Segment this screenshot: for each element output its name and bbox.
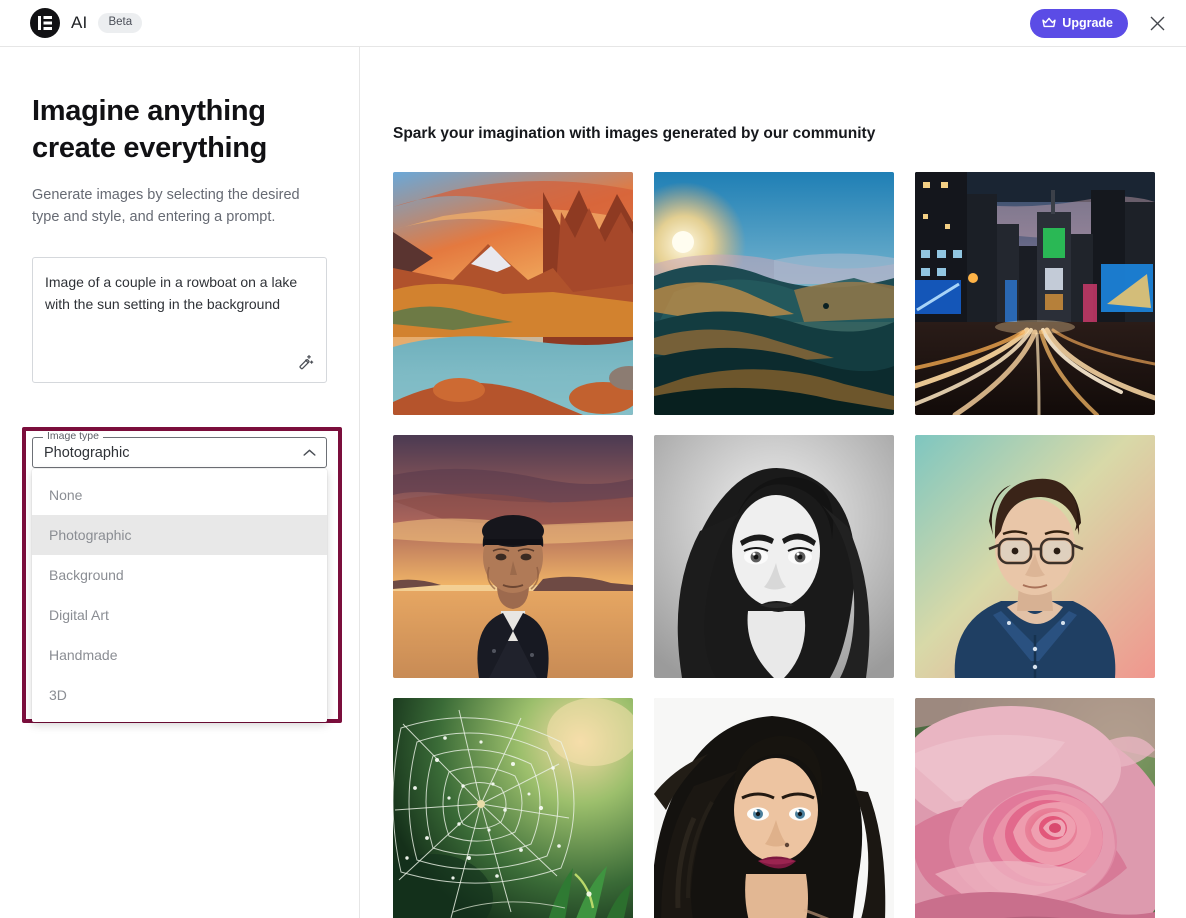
elementor-logo-icon: [30, 8, 60, 38]
headline-line-2: create everything: [32, 132, 268, 165]
close-icon: [1150, 16, 1164, 30]
gallery-item-pink-rose-closeup[interactable]: [915, 698, 1155, 918]
beta-badge: Beta: [98, 12, 143, 34]
image-type-option-digital-art[interactable]: Digital Art: [32, 595, 327, 635]
gallery-item-rolling-hills-sunrise[interactable]: [654, 172, 894, 415]
app-title: AI: [71, 13, 88, 32]
enhance-prompt-button[interactable]: [292, 350, 318, 376]
gallery-title: Spark your imagination with images gener…: [393, 125, 876, 142]
image-type-select: Image type Photographic None Photographi…: [32, 431, 327, 722]
image-type-option-3d[interactable]: 3D: [32, 675, 327, 715]
gallery-item-young-man-glasses-portrait[interactable]: [915, 435, 1155, 678]
left-panel: Imagine anything create everything Gener…: [0, 47, 360, 918]
close-button[interactable]: [1142, 8, 1172, 38]
top-bar-actions: Upgrade: [1030, 8, 1172, 38]
image-type-option-background[interactable]: Background: [32, 555, 327, 595]
option-label: Photographic: [49, 527, 132, 543]
image-type-option-photographic[interactable]: Photographic: [32, 515, 327, 555]
prompt-text: Image of a couple in a rowboat on a lake…: [45, 274, 302, 312]
gallery-item-dark-haired-woman-portrait[interactable]: [654, 698, 894, 918]
option-label: Background: [49, 567, 124, 583]
option-label: None: [49, 487, 83, 503]
gallery-item-city-night-light-trails[interactable]: [915, 172, 1155, 415]
body: Imagine anything create everything Gener…: [0, 47, 1186, 918]
gallery-item-elderly-man-portrait[interactable]: [393, 435, 633, 678]
option-label: 3D: [49, 687, 67, 703]
top-bar: AI Beta Upgrade: [0, 0, 1186, 47]
gallery-panel: Spark your imagination with images gener…: [360, 47, 1186, 918]
chevron-up-icon: [303, 449, 316, 456]
image-type-option-handmade[interactable]: Handmade: [32, 635, 327, 675]
image-type-option-none[interactable]: None: [32, 475, 327, 515]
image-type-selected-value: Photographic: [44, 444, 130, 461]
image-type-label: Image type: [43, 431, 103, 442]
image-type-options-menu: None Photographic Background Digital Art…: [32, 469, 327, 722]
gallery-item-spider-web-dew[interactable]: [393, 698, 633, 918]
upgrade-label: Upgrade: [1062, 15, 1113, 30]
headline-line-1: Imagine anything: [32, 95, 266, 127]
option-label: Digital Art: [49, 607, 109, 623]
option-label: Handmade: [49, 647, 118, 663]
brand: AI Beta: [30, 8, 143, 38]
crown-icon: [1042, 17, 1056, 28]
community-image-grid: [393, 172, 1156, 918]
magic-wand-icon: [299, 355, 314, 370]
image-type-select-control[interactable]: Image type Photographic: [32, 431, 327, 468]
upgrade-button[interactable]: Upgrade: [1030, 8, 1128, 38]
prompt-input[interactable]: Image of a couple in a rowboat on a lake…: [32, 257, 327, 384]
gallery-item-canyon-river-sunset[interactable]: [393, 172, 633, 415]
page-title: Imagine anything create everything: [32, 93, 327, 167]
page-subtitle: Generate images by selecting the desired…: [32, 187, 300, 226]
ai-image-generator-window: AI Beta Upgrade Imagine anything create …: [0, 0, 1186, 918]
gallery-item-bw-woman-portrait[interactable]: [654, 435, 894, 678]
